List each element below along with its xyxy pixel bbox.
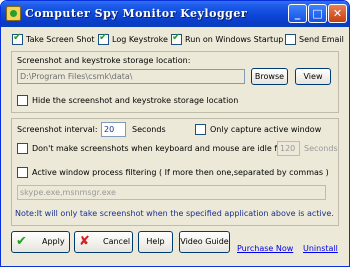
interval-seconds-label: Seconds (132, 125, 166, 134)
window-title: Computer Spy Monitor Keylogger (25, 7, 248, 20)
maximize-icon: □ (312, 7, 323, 20)
process-filter-input[interactable]: skype.exe,msnmsgr.exe (17, 185, 326, 200)
send-email-checkbox[interactable] (285, 34, 296, 45)
checkmark-icon: ✔ (16, 234, 27, 249)
screenshot-interval-input[interactable]: 20 (101, 122, 126, 137)
cancel-button[interactable]: ✘ Cancel (74, 231, 133, 253)
checkmark-icon: ✔ (172, 32, 181, 43)
send-email-label: Send Email (299, 35, 344, 44)
storage-path-field[interactable]: D:\Program Files\csmk\data\ (17, 69, 245, 84)
maximize-button[interactable]: □ (308, 4, 327, 23)
checkmark-icon: ✔ (13, 32, 22, 43)
app-icon (6, 6, 21, 21)
video-guide-button[interactable]: Video Guide (179, 231, 230, 253)
checkmark-icon: ✔ (99, 32, 108, 43)
purchase-now-link[interactable]: Purchase Now (237, 244, 293, 253)
only-active-window-checkbox[interactable] (195, 124, 206, 135)
browse-button[interactable]: Browse (251, 68, 288, 85)
hide-location-checkbox[interactable] (17, 95, 28, 106)
app-window: Computer Spy Monitor Keylogger _ □ ✕ ✔ T… (0, 0, 350, 267)
close-icon: ✕ (332, 7, 343, 20)
minimize-button[interactable]: _ (288, 4, 307, 23)
storage-heading: Screenshot and keystroke storage locatio… (17, 56, 191, 65)
filter-note: Note:It will only take screenshot when t… (15, 209, 334, 218)
help-button[interactable]: Help (138, 231, 173, 253)
screenshot-interval-label: Screenshot interval: (17, 125, 98, 134)
log-keystroke-label: Log Keystroke (112, 35, 168, 44)
take-screenshot-label: Take Screen Shot (26, 35, 95, 44)
only-active-window-label: Only capture active window (210, 125, 322, 134)
title-bar[interactable]: Computer Spy Monitor Keylogger _ □ ✕ (1, 1, 349, 27)
process-filter-checkbox[interactable] (17, 167, 28, 178)
cancel-label: Cancel (103, 237, 131, 246)
hide-location-label: Hide the screenshot and keystroke storag… (32, 96, 239, 105)
idle-seconds-label: Seconds (304, 144, 338, 153)
apply-button[interactable]: ✔ Apply (11, 231, 70, 253)
cancel-x-icon: ✘ (79, 234, 90, 249)
idle-checkbox[interactable] (17, 143, 28, 154)
view-button[interactable]: View (295, 68, 331, 85)
log-keystroke-checkbox[interactable]: ✔ (98, 32, 109, 45)
close-button[interactable]: ✕ (328, 4, 347, 23)
idle-seconds-input[interactable]: 120 (277, 141, 300, 156)
uninstall-link[interactable]: Uninstall (303, 244, 338, 253)
minimize-icon: _ (294, 7, 301, 20)
process-filter-label: Active window process filtering ( If mor… (32, 168, 329, 177)
run-on-startup-checkbox[interactable]: ✔ (171, 32, 182, 45)
run-on-startup-label: Run on Windows Startup (185, 35, 284, 44)
idle-label: Don't make screenshots when keyboard and… (32, 144, 286, 153)
take-screenshot-checkbox[interactable]: ✔ (12, 32, 23, 45)
apply-label: Apply (42, 237, 65, 246)
